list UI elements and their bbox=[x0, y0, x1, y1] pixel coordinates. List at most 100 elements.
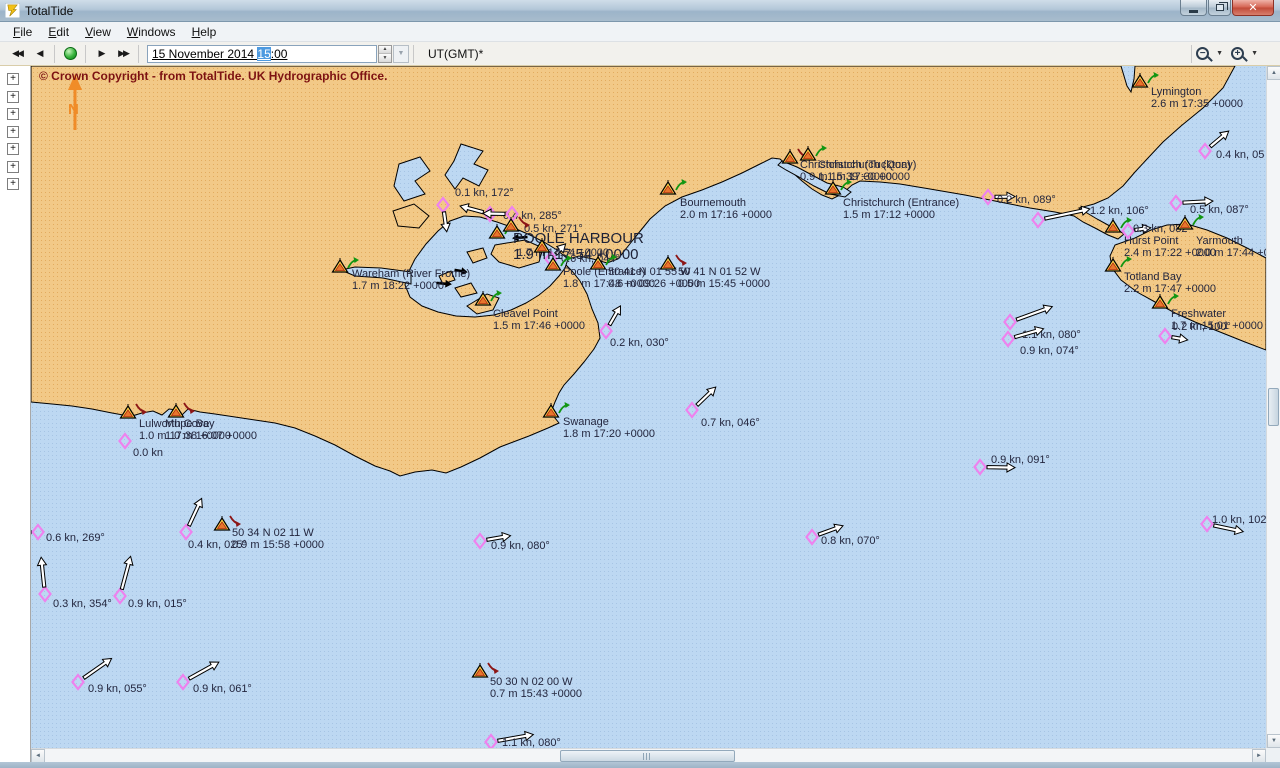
station-name-label: Christchurch (Entrance) bbox=[843, 197, 959, 209]
station-name-label: 50 34 N 02 11 W bbox=[232, 527, 314, 539]
restore-icon bbox=[1215, 2, 1228, 11]
station-name-label: Bournemouth bbox=[680, 197, 746, 209]
station-info-label: 2.0 m 17:16 +0000 bbox=[680, 209, 772, 221]
step-forward-button[interactable]: ▶ bbox=[90, 44, 112, 63]
tree-expand-button[interactable]: + bbox=[7, 143, 19, 155]
toolbar: ◀◀ ◀ ▶ ▶▶ 15 November 2014 15:00 ▲ ▼ ▼ U… bbox=[0, 42, 1280, 66]
station-name-label: Swanage bbox=[563, 416, 609, 428]
spin-up-icon[interactable]: ▲ bbox=[379, 45, 391, 54]
current-label: 0.6 kn, 269° bbox=[46, 532, 105, 544]
zoom-in-caret-icon[interactable]: ▼ bbox=[1251, 50, 1258, 57]
station-info-label: 2.0 m 17:44 +0000 bbox=[1196, 247, 1266, 259]
spin-down-icon[interactable]: ▼ bbox=[379, 54, 391, 62]
station-name-label: Hurst Point bbox=[1124, 235, 1178, 247]
app-icon bbox=[5, 3, 20, 18]
rewind-button[interactable]: ◀◀ bbox=[6, 44, 28, 63]
minimize-icon bbox=[1189, 9, 1198, 13]
current-label: 0.9 kn, 074° bbox=[1020, 345, 1079, 357]
station-info-label: 2.6 m 17:35 +0000 bbox=[1151, 98, 1243, 110]
selected-hour: 15 bbox=[257, 46, 271, 61]
scroll-down-icon[interactable]: ▼ bbox=[1267, 734, 1280, 748]
datetime-input[interactable]: 15 November 2014 15:00 bbox=[147, 44, 377, 63]
zoom-out-icon[interactable]: − bbox=[1196, 47, 1210, 60]
zoom-controls: − ▼ + ▼ bbox=[1187, 44, 1266, 63]
scrollbar-corner bbox=[1266, 748, 1280, 762]
chart-map[interactable]: N © Crown Copyright - from TotalTide. UK… bbox=[31, 66, 1266, 748]
scroll-left-icon[interactable]: ◄ bbox=[31, 749, 45, 763]
fast-forward-button[interactable]: ▶▶ bbox=[112, 44, 134, 63]
current-label: 0.0 kn bbox=[133, 447, 163, 459]
vertical-scrollbar[interactable]: ▲ ▼ bbox=[1266, 66, 1280, 748]
station-name-label: Mupe Bay bbox=[165, 418, 215, 430]
tree-expand-button[interactable]: + bbox=[7, 160, 19, 173]
current-label: 0.9 kn, 080° bbox=[491, 540, 550, 552]
step-back-button[interactable]: ◀ bbox=[28, 44, 50, 63]
north-letter: N bbox=[68, 101, 79, 118]
window-bottom-frame bbox=[0, 762, 1280, 768]
zoom-in-icon[interactable]: + bbox=[1231, 47, 1245, 60]
vertical-scroll-thumb[interactable] bbox=[1268, 388, 1279, 426]
station-name-label: Lymington bbox=[1151, 86, 1201, 98]
station-name-label: Freshwater bbox=[1171, 308, 1226, 320]
now-button[interactable] bbox=[59, 44, 81, 63]
station-info-label: 1.1 m 17:30 +0000 bbox=[818, 171, 910, 183]
zoom-out-caret-icon[interactable]: ▼ bbox=[1216, 50, 1223, 57]
menu-windows[interactable]: Windows bbox=[119, 23, 184, 41]
current-label: 0.3 kn, 354° bbox=[53, 598, 112, 610]
current-label: 1.2 kn, 106° bbox=[1090, 205, 1149, 217]
current-label: 0.4 kn, 05 bbox=[1216, 149, 1264, 161]
menu-edit[interactable]: Edit bbox=[40, 23, 77, 41]
timezone-label: UT(GMT)* bbox=[428, 46, 484, 61]
current-label: 0.1 kn, 172° bbox=[455, 187, 514, 199]
tree-expand-button[interactable]: + bbox=[7, 73, 19, 85]
station-info-label: 1.7 m 15:01 +0000 bbox=[1171, 320, 1263, 332]
station-info-label: 1.0 m 16:07 +0000 bbox=[165, 430, 257, 442]
current-label: 0.9 kn, 061° bbox=[193, 683, 252, 695]
menu-bar: File Edit View Windows Help bbox=[0, 22, 1280, 42]
horizontal-scrollbar[interactable]: ◄ ► bbox=[31, 748, 1266, 763]
current-label: 0.9 kn, 015° bbox=[128, 598, 187, 610]
current-label: 1.0 kn, 102 bbox=[1212, 514, 1266, 526]
station-name-label: POOLE HARBOUR bbox=[513, 230, 644, 247]
minimize-button[interactable] bbox=[1180, 0, 1207, 16]
menu-help[interactable]: Help bbox=[184, 23, 225, 41]
current-label: 0.7 kn, 046° bbox=[701, 417, 760, 429]
station-name-label: Wareham (River Frome) bbox=[352, 268, 470, 280]
tree-expand-button[interactable]: + bbox=[7, 108, 19, 120]
station-info-label: 2.2 m 17:47 +0000 bbox=[1124, 283, 1216, 295]
copyright-text: © Crown Copyright - from TotalTide. UK H… bbox=[39, 69, 387, 83]
toolbar-separator bbox=[1191, 44, 1193, 63]
time-minutes: :00 bbox=[270, 46, 288, 61]
tree-expand-button[interactable]: + bbox=[7, 178, 19, 190]
menu-file[interactable]: File bbox=[5, 23, 40, 41]
tree-expand-button[interactable]: + bbox=[7, 90, 19, 103]
station-info-label: 1.5 m 17:46 +0000 bbox=[493, 320, 585, 332]
title-bar: TotalTide ✕ bbox=[0, 0, 1280, 22]
toolbar-separator bbox=[138, 44, 139, 63]
menu-view[interactable]: View bbox=[77, 23, 119, 41]
station-info-label: 1.8 m 17:20 +0000 bbox=[563, 428, 655, 440]
calendar-dropdown-button[interactable]: ▼ bbox=[393, 44, 409, 63]
tree-expand-button[interactable]: + bbox=[7, 125, 19, 138]
toolbar-separator bbox=[54, 44, 55, 63]
restore-button[interactable] bbox=[1208, 0, 1231, 16]
station-name-label: Cleavel Point bbox=[493, 308, 558, 320]
current-label: 0.9 kn, 055° bbox=[88, 683, 147, 695]
now-icon bbox=[63, 47, 77, 60]
station-info-label: 0.9 m 15:58 +0000 bbox=[232, 539, 324, 551]
horizontal-scroll-thumb[interactable] bbox=[560, 750, 735, 762]
station-info-label: 1.7 m 18:22 +0000 bbox=[352, 280, 444, 292]
thumb-grip bbox=[643, 752, 652, 760]
current-label: 0.2 kn, 089° bbox=[997, 194, 1056, 206]
current-label: 0.8 kn, 070° bbox=[821, 535, 880, 547]
scroll-up-icon[interactable]: ▲ bbox=[1267, 66, 1280, 80]
station-info-label: 0.7 m 15:43 +0000 bbox=[490, 688, 582, 700]
station-name-label: Christchurch (Quay) bbox=[818, 159, 916, 171]
station-info-label: 0.5 m 15:45 +0000 bbox=[678, 278, 770, 290]
close-button[interactable]: ✕ bbox=[1232, 0, 1274, 16]
date-text: 15 November 2014 bbox=[152, 46, 258, 61]
datetime-spinner[interactable]: ▲ ▼ bbox=[378, 44, 392, 63]
scroll-right-icon[interactable]: ► bbox=[1252, 749, 1266, 763]
toolbar-separator bbox=[85, 44, 86, 63]
close-icon: ✕ bbox=[1248, 2, 1258, 14]
